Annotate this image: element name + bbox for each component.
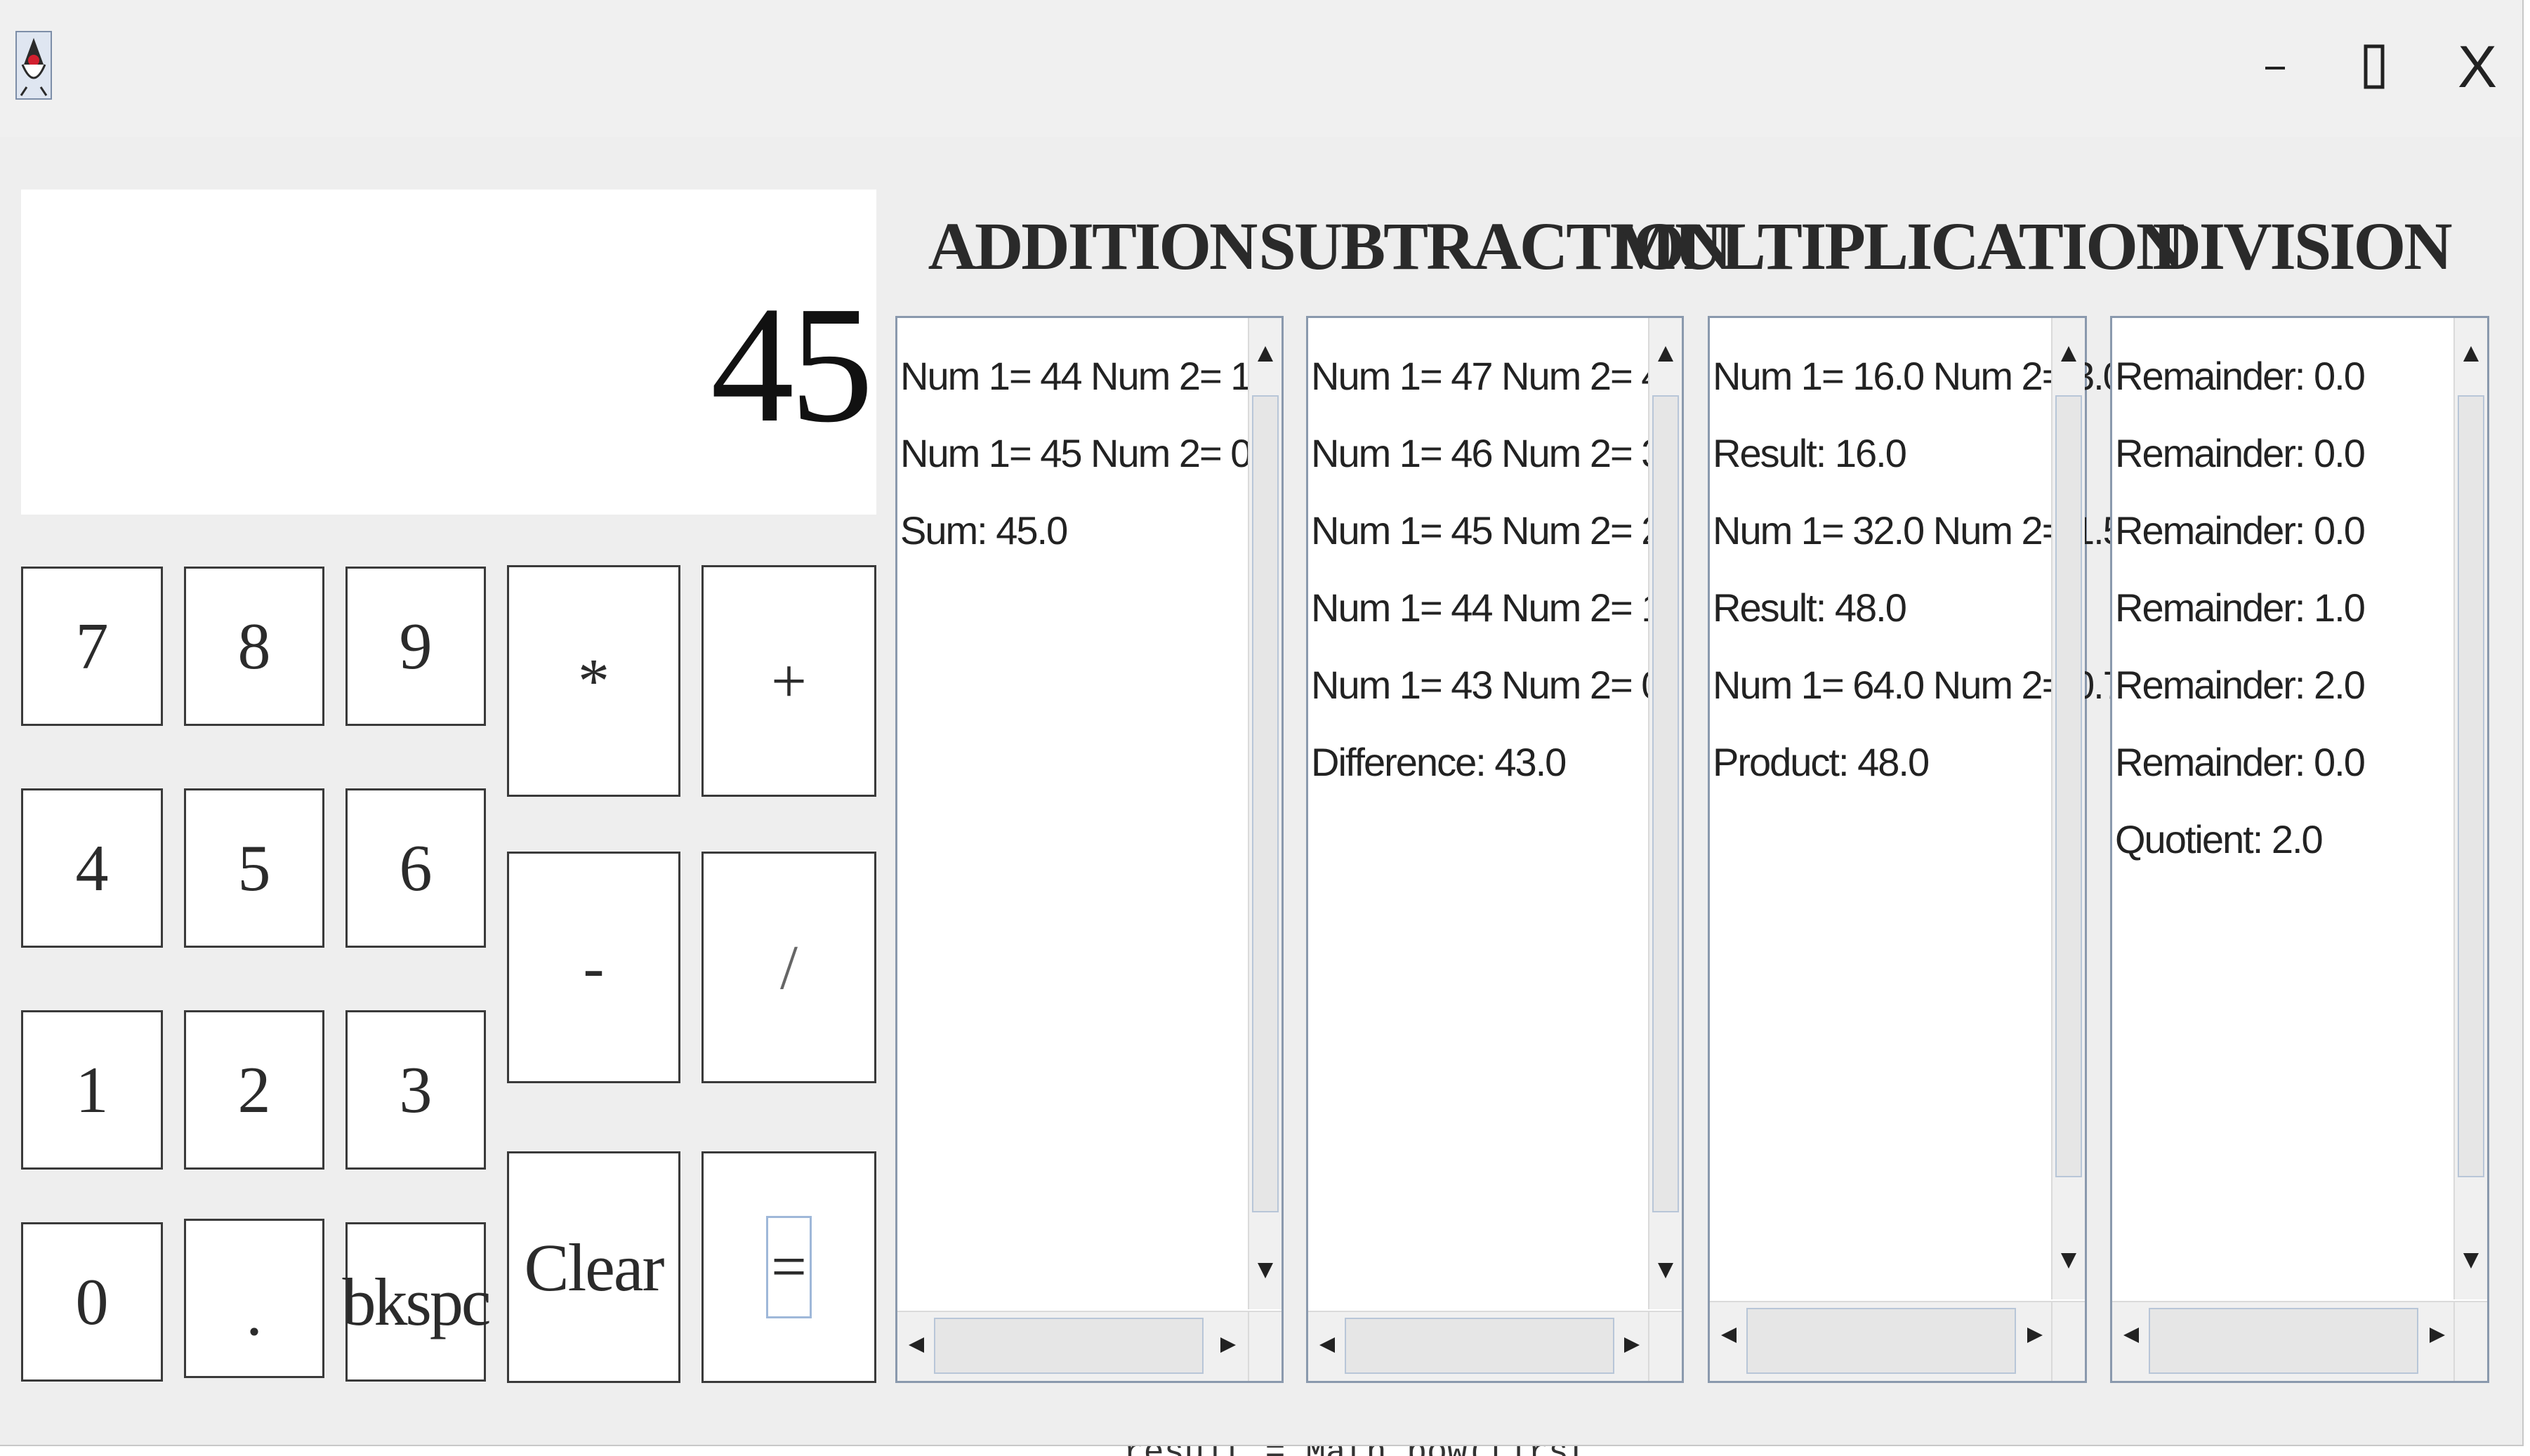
- subtraction-line: Num 1= 47 Num 2= 4: [1311, 354, 1663, 398]
- multiply-button[interactable]: *: [507, 565, 680, 797]
- scroll-left-icon[interactable]: [1721, 1328, 1737, 1343]
- scroll-down-icon[interactable]: [1258, 1263, 1273, 1278]
- close-button[interactable]: X: [2428, 28, 2526, 105]
- scroll-right-icon[interactable]: [2430, 1328, 2445, 1343]
- scroll-right-icon[interactable]: [1624, 1337, 1640, 1353]
- addition-log[interactable]: Num 1= 44 Num 2= 1 Num 1= 45 Num 2= 0 Su…: [895, 316, 1284, 1383]
- division-line: Quotient: 2.0: [2115, 817, 2324, 861]
- multiplication-log[interactable]: Num 1= 16.0 Num 2= 3.0 Result: 16.0 Num …: [1708, 316, 2145, 1383]
- division-line: Remainder: 0.0: [2115, 431, 2366, 475]
- close-icon: X: [2457, 33, 2498, 100]
- multiplication-line: Num 1= 64.0 Num 2= 0.75: [1713, 663, 2145, 707]
- key-8[interactable]: 8: [184, 567, 324, 726]
- division-horizontal-scrollbar[interactable]: [2112, 1301, 2455, 1381]
- minimize-icon: [2265, 67, 2285, 70]
- subtraction-line: Num 1= 43 Num 2= 0: [1311, 663, 1663, 707]
- backspace-button[interactable]: bkspc: [343, 1222, 491, 1382]
- key-7[interactable]: 7: [21, 567, 163, 726]
- addition-horizontal-scrollbar[interactable]: [897, 1311, 1249, 1381]
- scroll-right-icon[interactable]: [1220, 1337, 1236, 1353]
- key-0[interactable]: 0: [21, 1222, 163, 1382]
- divide-button[interactable]: /: [701, 852, 876, 1083]
- clear-button[interactable]: Clear: [507, 1151, 680, 1383]
- display-screen: 45: [21, 190, 876, 515]
- addition-line: Num 1= 45 Num 2= 0: [900, 431, 1252, 475]
- subtraction-line: Difference: 43.0: [1311, 740, 1567, 784]
- multiplication-line: Result: 16.0: [1713, 431, 1907, 475]
- multiplication-line: Num 1= 32.0 Num 2= 1.5: [1713, 508, 2125, 552]
- division-line: Remainder: 1.0: [2115, 585, 2366, 630]
- scroll-right-icon[interactable]: [2027, 1328, 2043, 1343]
- division-vertical-scrollbar[interactable]: [2453, 318, 2487, 1299]
- key-6[interactable]: 6: [345, 788, 486, 948]
- subtraction-line: Num 1= 45 Num 2= 2: [1311, 508, 1663, 552]
- scroll-down-icon[interactable]: [2061, 1253, 2076, 1269]
- division-line: Remainder: 0.0: [2115, 508, 2366, 552]
- key-2[interactable]: 2: [184, 1010, 324, 1170]
- multiplication-line: Product: 48.0: [1713, 740, 1930, 784]
- subtraction-line: Num 1= 46 Num 2= 3: [1311, 431, 1663, 475]
- addition-vertical-scrollbar[interactable]: [1248, 318, 1282, 1309]
- add-button[interactable]: +: [701, 565, 876, 797]
- subtract-button[interactable]: -: [507, 852, 680, 1083]
- scroll-up-icon[interactable]: [1258, 346, 1273, 362]
- maximize-button[interactable]: [2325, 28, 2423, 105]
- equals-button[interactable]: =: [701, 1151, 876, 1383]
- key-4[interactable]: 4: [21, 788, 163, 948]
- scroll-up-icon[interactable]: [2061, 346, 2076, 362]
- title-bar[interactable]: X: [0, 0, 2522, 137]
- division-heading: DIVISION: [2152, 208, 2452, 284]
- key-decimal[interactable]: .: [184, 1219, 324, 1378]
- subtraction-log[interactable]: Num 1= 47 Num 2= 4 Num 1= 46 Num 2= 3 Nu…: [1306, 316, 1684, 1383]
- key-5[interactable]: 5: [184, 788, 324, 948]
- scroll-left-icon[interactable]: [2123, 1328, 2139, 1343]
- multiplication-line: Num 1= 16.0 Num 2= 3.0: [1713, 354, 2125, 398]
- key-9[interactable]: 9: [345, 567, 486, 726]
- scroll-up-icon[interactable]: [2463, 346, 2479, 362]
- calculator-window: X 45 7 8 9 4 5 6 1 2 3 0 . bkspc * + - /…: [0, 0, 2524, 1446]
- minimize-button[interactable]: [2226, 28, 2324, 105]
- subtraction-horizontal-scrollbar[interactable]: [1308, 1311, 1649, 1381]
- subtraction-line: Num 1= 44 Num 2= 1: [1311, 585, 1663, 630]
- scroll-left-icon[interactable]: [1319, 1337, 1335, 1353]
- addition-line: Num 1= 44 Num 2= 1: [900, 354, 1252, 398]
- division-log[interactable]: Remainder: 0.0 Remainder: 0.0 Remainder:…: [2110, 316, 2489, 1383]
- multiplication-vertical-scrollbar[interactable]: [2051, 318, 2085, 1299]
- java-duke-icon: [15, 31, 52, 100]
- division-line: Remainder: 2.0: [2115, 663, 2366, 707]
- display-value: 45: [711, 272, 874, 457]
- scroll-up-icon[interactable]: [1658, 346, 1673, 362]
- maximize-icon: [2364, 44, 2385, 89]
- scroll-down-icon[interactable]: [1658, 1263, 1673, 1278]
- division-line: Remainder: 0.0: [2115, 354, 2366, 398]
- multiplication-heading: MULTIPLICATION: [1612, 208, 2185, 284]
- key-1[interactable]: 1: [21, 1010, 163, 1170]
- division-line: Remainder: 0.0: [2115, 740, 2366, 784]
- scroll-left-icon[interactable]: [909, 1337, 924, 1353]
- addition-heading: ADDITION: [928, 208, 1258, 284]
- multiplication-line: Result: 48.0: [1713, 585, 1907, 630]
- addition-line: Sum: 45.0: [900, 508, 1068, 552]
- multiplication-horizontal-scrollbar[interactable]: [1710, 1301, 2053, 1381]
- subtraction-vertical-scrollbar[interactable]: [1648, 318, 1682, 1309]
- key-3[interactable]: 3: [345, 1010, 486, 1170]
- scroll-down-icon[interactable]: [2463, 1253, 2479, 1269]
